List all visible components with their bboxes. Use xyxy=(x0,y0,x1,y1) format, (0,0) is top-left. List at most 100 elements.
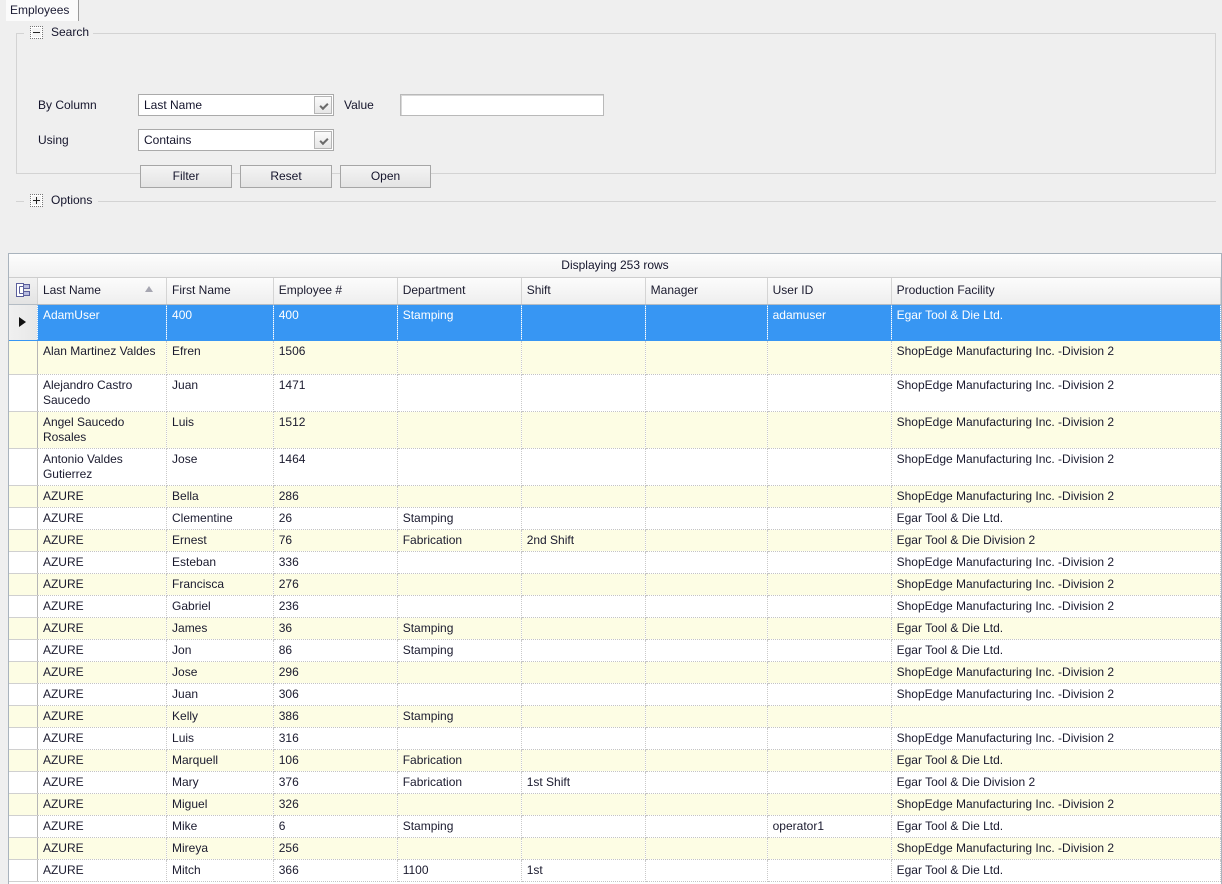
cell-first_name[interactable]: James xyxy=(166,617,274,640)
table-row[interactable]: AZURE Ernest 76 Fabrication 2nd Shift Egar To… xyxy=(9,529,1221,552)
row-selector-cell[interactable] xyxy=(9,411,38,449)
cell-manager[interactable] xyxy=(645,485,768,508)
cell-production_facility[interactable]: ShopEdge Manufacturing Inc. -Division 2 xyxy=(891,793,1221,816)
cell-user_id[interactable] xyxy=(767,374,892,412)
cell-manager[interactable] xyxy=(645,771,768,794)
cell-first_name[interactable]: Miguel xyxy=(166,793,274,816)
cell-employee_no[interactable]: 236 xyxy=(273,595,398,618)
row-selector-cell[interactable] xyxy=(9,374,38,412)
cell-production_facility[interactable]: ShopEdge Manufacturing Inc. -Division 2 xyxy=(891,448,1221,486)
chevron-down-icon[interactable] xyxy=(314,131,332,149)
cell-department[interactable]: Fabrication xyxy=(397,749,522,772)
cell-shift[interactable] xyxy=(521,661,646,684)
value-input[interactable] xyxy=(401,95,603,115)
table-row[interactable]: Angel Saucedo Rosales Luis 1512 ShopEdge Ma… xyxy=(9,411,1221,449)
cell-manager[interactable] xyxy=(645,529,768,552)
options-expand-plus-icon[interactable] xyxy=(30,194,43,207)
cell-user_id[interactable] xyxy=(767,485,892,508)
cell-production_facility[interactable]: ShopEdge Manufacturing Inc. -Division 2 xyxy=(891,573,1221,596)
cell-user_id[interactable] xyxy=(767,749,892,772)
cell-employee_no[interactable]: 376 xyxy=(273,771,398,794)
cell-last_name[interactable]: AZURE xyxy=(37,793,168,816)
cell-department[interactable]: Stamping xyxy=(397,617,522,640)
cell-first_name[interactable]: Bella xyxy=(166,485,274,508)
cell-employee_no[interactable]: 326 xyxy=(273,793,398,816)
cell-shift[interactable] xyxy=(521,448,646,486)
table-row[interactable]: AZURE Francisca 276 ShopEdge Manufacturing … xyxy=(9,573,1221,596)
cell-last_name[interactable]: AZURE xyxy=(37,639,168,662)
cell-department[interactable] xyxy=(397,683,522,706)
cell-last_name[interactable]: Angel Saucedo Rosales xyxy=(37,411,168,449)
column-header-last_name[interactable]: Last Name xyxy=(37,278,168,305)
row-selector-cell[interactable] xyxy=(9,837,38,860)
cell-shift[interactable] xyxy=(521,304,646,341)
search-collapse-minus-icon[interactable] xyxy=(30,26,43,39)
value-textbox[interactable] xyxy=(400,94,604,116)
column-header-production_facility[interactable]: Production Facility xyxy=(891,278,1221,305)
cell-department[interactable] xyxy=(397,340,522,375)
table-row[interactable]: AZURE Mary 376 Fabrication 1st Shift Egar Too… xyxy=(9,771,1221,794)
row-selector-cell[interactable] xyxy=(9,573,38,596)
row-selector-cell[interactable] xyxy=(9,529,38,552)
table-row[interactable]: AZURE Jon 86 Stamping Egar Tool & Die Ltd. xyxy=(9,639,1221,662)
cell-employee_no[interactable]: 86 xyxy=(273,639,398,662)
cell-department[interactable] xyxy=(397,837,522,860)
cell-employee_no[interactable]: 296 xyxy=(273,661,398,684)
cell-employee_no[interactable]: 1506 xyxy=(273,340,398,375)
table-row[interactable]: AZURE Mike 6 Stamping operator1 Egar Tool & D… xyxy=(9,815,1221,838)
cell-manager[interactable] xyxy=(645,815,768,838)
cell-production_facility[interactable]: Egar Tool & Die Division 2 xyxy=(891,529,1221,552)
row-selector-cell[interactable] xyxy=(9,340,38,375)
cell-manager[interactable] xyxy=(645,507,768,530)
cell-employee_no[interactable]: 26 xyxy=(273,507,398,530)
open-button[interactable]: Open xyxy=(340,165,431,188)
table-row[interactable]: Alan Martinez Valdes Efren 1506 ShopEdge Ma… xyxy=(9,340,1221,375)
cell-shift[interactable]: 1st xyxy=(521,859,646,882)
cell-last_name[interactable]: AZURE xyxy=(37,485,168,508)
cell-department[interactable] xyxy=(397,551,522,574)
cell-last_name[interactable]: AZURE xyxy=(37,749,168,772)
cell-shift[interactable] xyxy=(521,374,646,412)
cell-production_facility[interactable]: ShopEdge Manufacturing Inc. -Division 2 xyxy=(891,837,1221,860)
cell-production_facility[interactable]: Egar Tool & Die Ltd. xyxy=(891,815,1221,838)
cell-first_name[interactable]: Jose xyxy=(166,661,274,684)
cell-production_facility[interactable]: ShopEdge Manufacturing Inc. -Division 2 xyxy=(891,683,1221,706)
cell-first_name[interactable]: Mike xyxy=(166,815,274,838)
cell-user_id[interactable] xyxy=(767,705,892,728)
cell-last_name[interactable]: AZURE xyxy=(37,617,168,640)
cell-manager[interactable] xyxy=(645,304,768,341)
row-selector-cell[interactable] xyxy=(9,859,38,882)
cell-department[interactable] xyxy=(397,661,522,684)
row-selector-cell[interactable] xyxy=(9,705,38,728)
cell-production_facility[interactable]: Egar Tool & Die Ltd. xyxy=(891,304,1221,341)
cell-user_id[interactable] xyxy=(767,661,892,684)
cell-manager[interactable] xyxy=(645,595,768,618)
cell-user_id[interactable] xyxy=(767,837,892,860)
cell-first_name[interactable]: Luis xyxy=(166,727,274,750)
column-header-user_id[interactable]: User ID xyxy=(767,278,892,305)
reset-button[interactable]: Reset xyxy=(240,165,332,188)
cell-last_name[interactable]: AZURE xyxy=(37,837,168,860)
cell-first_name[interactable]: Gabriel xyxy=(166,595,274,618)
cell-shift[interactable] xyxy=(521,705,646,728)
cell-last_name[interactable]: AZURE xyxy=(37,683,168,706)
table-row[interactable]: Alejandro Castro Saucedo Juan 1471 ShopEdge… xyxy=(9,374,1221,412)
cell-employee_no[interactable]: 316 xyxy=(273,727,398,750)
cell-manager[interactable] xyxy=(645,793,768,816)
table-row[interactable]: AZURE Mitch 366 1100 1st Egar Tool & Die Ltd. xyxy=(9,859,1221,882)
cell-last_name[interactable]: Antonio Valdes Gutierrez xyxy=(37,448,168,486)
cell-production_facility[interactable]: ShopEdge Manufacturing Inc. -Division 2 xyxy=(891,595,1221,618)
cell-first_name[interactable]: Francisca xyxy=(166,573,274,596)
cell-shift[interactable] xyxy=(521,551,646,574)
table-row[interactable]: AZURE Juan 306 ShopEdge Manufacturing Inc. … xyxy=(9,683,1221,706)
cell-user_id[interactable] xyxy=(767,448,892,486)
table-row[interactable]: AZURE James 36 Stamping Egar Tool & Die Ltd. xyxy=(9,617,1221,640)
cell-user_id[interactable] xyxy=(767,573,892,596)
cell-manager[interactable] xyxy=(645,683,768,706)
cell-user_id[interactable] xyxy=(767,340,892,375)
cell-user_id[interactable] xyxy=(767,551,892,574)
cell-user_id[interactable] xyxy=(767,595,892,618)
cell-manager[interactable] xyxy=(645,551,768,574)
cell-employee_no[interactable]: 76 xyxy=(273,529,398,552)
cell-user_id[interactable] xyxy=(767,507,892,530)
